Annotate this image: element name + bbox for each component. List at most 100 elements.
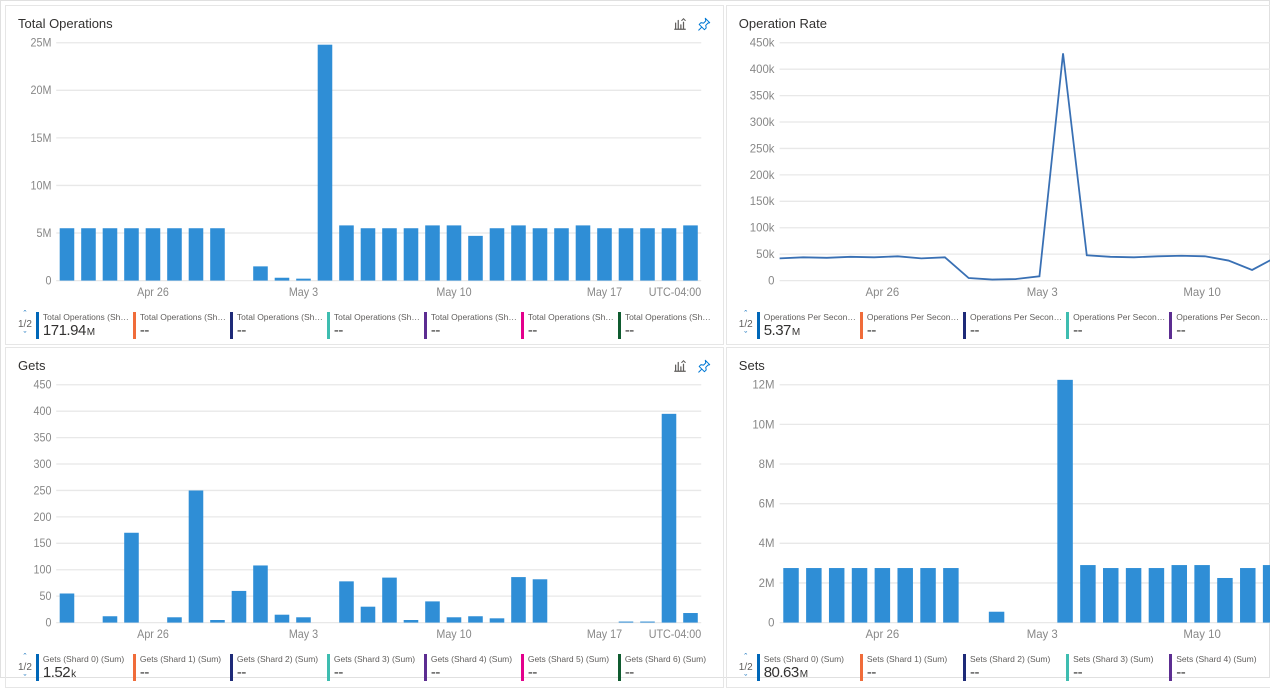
total_ops-chart[interactable]: 05M10M15M20M25MApr 26May 3May 10May 17UT…: [18, 35, 711, 306]
chevron-up-icon[interactable]: ˆ: [744, 653, 747, 662]
legend-item[interactable]: Total Operations (Sh… 171.94M: [36, 312, 129, 339]
legend-label: Total Operations (Sh…: [334, 312, 420, 322]
legend-label: Gets (Shard 5) (Sum): [528, 654, 614, 664]
chevron-up-icon[interactable]: ˆ: [23, 653, 26, 662]
legend-value: 1.52k: [43, 664, 129, 681]
legend-label: Total Operations (Sh…: [625, 312, 711, 322]
legend-label: Gets (Shard 6) (Sum): [625, 654, 711, 664]
legend-label: Total Operations (Sh…: [431, 312, 517, 322]
legend-item[interactable]: Total Operations (Sh… --: [618, 312, 711, 339]
legend-value: --: [1073, 664, 1165, 681]
legend-row: ˆ 1/2 ˇ Operations Per Secon… 5.37M Oper…: [739, 310, 1270, 340]
legend-item[interactable]: Total Operations (Sh… --: [327, 312, 420, 339]
svg-text:350k: 350k: [750, 90, 775, 102]
legend-item[interactable]: Operations Per Secon… --: [963, 312, 1062, 339]
metrics-icon[interactable]: [673, 17, 687, 31]
op_rate-chart[interactable]: 050k100k150k200k250k300k350k400k450kApr …: [739, 35, 1270, 306]
gets-chart[interactable]: 050100150200250300350400450Apr 26May 3Ma…: [18, 377, 711, 648]
legend-item[interactable]: Sets (Shard 1) (Sum) --: [860, 654, 959, 681]
svg-text:100: 100: [34, 565, 52, 577]
legend-label: Operations Per Secon…: [764, 312, 856, 322]
chevron-down-icon[interactable]: ˇ: [744, 331, 747, 340]
legend-item[interactable]: Gets (Shard 4) (Sum) --: [424, 654, 517, 681]
legend-item[interactable]: Sets (Shard 4) (Sum) --: [1169, 654, 1268, 681]
legend-item[interactable]: Total Operations (Sh… --: [424, 312, 517, 339]
legend-label: Sets (Shard 0) (Sum): [764, 654, 856, 664]
legend-item[interactable]: Total Operations (Sh… --: [521, 312, 614, 339]
svg-text:May 3: May 3: [289, 629, 318, 641]
svg-text:May 3: May 3: [1027, 287, 1058, 299]
svg-text:20M: 20M: [31, 85, 52, 97]
legend-value: --: [237, 322, 323, 339]
legend-item[interactable]: Gets (Shard 5) (Sum) --: [521, 654, 614, 681]
legend-value: --: [625, 664, 711, 681]
svg-text:8M: 8M: [758, 459, 774, 471]
legend-item[interactable]: Operations Per Secon… --: [1169, 312, 1268, 339]
legend-item[interactable]: Operations Per Secon… --: [860, 312, 959, 339]
svg-text:Apr 26: Apr 26: [865, 287, 899, 299]
tile-total_ops: Total Operations 05M10M15M20M25MApr 26Ma…: [5, 5, 724, 345]
legend-item[interactable]: Total Operations (Sh… --: [133, 312, 226, 339]
chevron-up-icon[interactable]: ˆ: [23, 310, 26, 319]
svg-text:50: 50: [39, 591, 51, 603]
legend-value: --: [140, 664, 226, 681]
legend-value: 5.37M: [764, 322, 856, 339]
svg-text:0: 0: [768, 618, 774, 630]
svg-text:Apr 26: Apr 26: [137, 629, 169, 641]
legend-item[interactable]: Operations Per Secon… 5.37M: [757, 312, 856, 339]
legend-label: Total Operations (Sh…: [43, 312, 129, 322]
legend-value: --: [1073, 322, 1165, 339]
chevron-up-icon[interactable]: ˆ: [744, 310, 747, 319]
svg-text:450k: 450k: [750, 38, 775, 50]
metrics-icon[interactable]: [673, 359, 687, 373]
chart-area: 050100150200250300350400450Apr 26May 3Ma…: [18, 377, 711, 648]
legend-item[interactable]: Sets (Shard 3) (Sum) --: [1066, 654, 1165, 681]
legend-item[interactable]: Gets (Shard 0) (Sum) 1.52k: [36, 654, 129, 681]
legend-value: --: [528, 322, 614, 339]
legend-pager[interactable]: ˆ 1/2 ˇ: [18, 310, 32, 340]
legend-label: Sets (Shard 3) (Sum): [1073, 654, 1165, 664]
legend-item[interactable]: Operations Per Secon… --: [1066, 312, 1165, 339]
legend-value: --: [1176, 664, 1268, 681]
svg-text:300: 300: [34, 459, 52, 471]
tile-title: Total Operations: [18, 16, 113, 31]
legend-item[interactable]: Sets (Shard 0) (Sum) 80.63M: [757, 654, 856, 681]
legend-value: --: [237, 664, 323, 681]
tile-header: Sets: [739, 358, 1270, 373]
legend-label: Total Operations (Sh…: [528, 312, 614, 322]
svg-text:300k: 300k: [750, 117, 775, 129]
legend-label: Gets (Shard 2) (Sum): [237, 654, 323, 664]
sets-chart[interactable]: 02M4M6M8M10M12MApr 26May 3May 10May 17UT…: [739, 377, 1270, 648]
legend-item[interactable]: Gets (Shard 1) (Sum) --: [133, 654, 226, 681]
legend-value: --: [970, 664, 1062, 681]
svg-text:May 17: May 17: [587, 287, 622, 299]
legend-value: --: [867, 322, 959, 339]
legend-pager[interactable]: ˆ 1/2 ˇ: [18, 653, 32, 683]
legend-item[interactable]: Gets (Shard 6) (Sum) --: [618, 654, 711, 681]
legend-label: Total Operations (Sh…: [237, 312, 323, 322]
svg-text:6M: 6M: [758, 499, 774, 511]
svg-text:25M: 25M: [31, 37, 52, 49]
legend-item[interactable]: Gets (Shard 3) (Sum) --: [327, 654, 420, 681]
chevron-down-icon[interactable]: ˇ: [23, 674, 26, 683]
pin-icon[interactable]: [697, 359, 711, 373]
svg-text:0: 0: [45, 275, 51, 287]
pin-icon[interactable]: [697, 17, 711, 31]
svg-text:350: 350: [34, 433, 52, 445]
legend-item[interactable]: Sets (Shard 2) (Sum) --: [963, 654, 1062, 681]
chevron-down-icon[interactable]: ˇ: [744, 674, 747, 683]
legend-item[interactable]: Gets (Shard 2) (Sum) --: [230, 654, 323, 681]
legend-item[interactable]: Total Operations (Sh… --: [230, 312, 323, 339]
chevron-down-icon[interactable]: ˇ: [23, 331, 26, 340]
legend-pager[interactable]: ˆ 1/2 ˇ: [739, 653, 753, 683]
chart-area: 050k100k150k200k250k300k350k400k450kApr …: [739, 35, 1270, 306]
legend-label: Sets (Shard 2) (Sum): [970, 654, 1062, 664]
tile-gets: Gets 050100150200250300350400450Apr 26Ma…: [5, 347, 724, 687]
svg-text:200: 200: [34, 512, 52, 524]
svg-text:250k: 250k: [750, 143, 775, 155]
legend-label: Gets (Shard 1) (Sum): [140, 654, 226, 664]
svg-text:May 3: May 3: [1027, 629, 1058, 641]
svg-text:2M: 2M: [758, 578, 774, 590]
legend-pager[interactable]: ˆ 1/2 ˇ: [739, 310, 753, 340]
svg-text:Apr 26: Apr 26: [137, 287, 169, 299]
